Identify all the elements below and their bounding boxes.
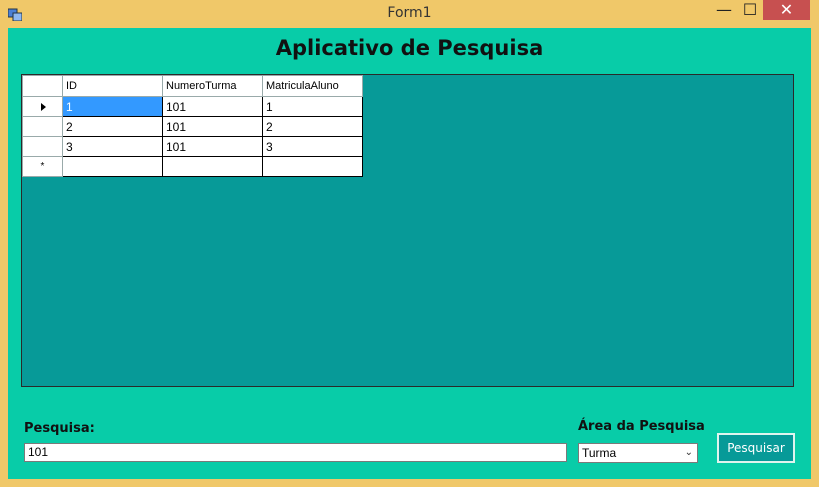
column-header-id[interactable]: ID	[62, 75, 163, 97]
minimize-button[interactable]: —	[711, 0, 737, 20]
search-input[interactable]: 101	[24, 443, 567, 462]
search-label: Pesquisa:	[24, 421, 95, 436]
area-select-value: Turma	[582, 446, 617, 460]
table-row[interactable]: 1 101 1	[22, 96, 363, 117]
new-row-cell-numero-turma[interactable]	[162, 156, 263, 177]
row-header[interactable]	[22, 116, 63, 137]
page-title: Aplicativo de Pesquisa	[275, 36, 544, 60]
new-row-marker[interactable]: *	[22, 156, 63, 177]
maximize-button[interactable]: ☐	[737, 0, 763, 20]
area-select[interactable]: Turma ⌄	[578, 443, 698, 463]
grid-cell-matricula-aluno[interactable]: 2	[262, 116, 363, 137]
grid-cell-numero-turma[interactable]: 101	[162, 136, 263, 157]
row-header-current[interactable]	[22, 96, 63, 117]
new-row-cell-matricula-aluno[interactable]	[262, 156, 363, 177]
grid-cell-id[interactable]: 2	[62, 116, 163, 137]
search-button[interactable]: Pesquisar	[717, 433, 795, 463]
title-bar[interactable]: Form1 — ☐ ✕	[0, 0, 819, 28]
chevron-down-icon[interactable]: ⌄	[685, 447, 693, 458]
close-button[interactable]: ✕	[763, 0, 810, 20]
grid-cell-numero-turma[interactable]: 101	[162, 116, 263, 137]
row-header[interactable]	[22, 136, 63, 157]
table-row[interactable]: 3 101 3	[22, 136, 363, 157]
column-header-matricula-aluno[interactable]: MatriculaAluno	[262, 75, 363, 97]
new-row[interactable]: *	[22, 156, 363, 177]
table-row[interactable]: 2 101 2	[22, 116, 363, 137]
column-header-numero-turma[interactable]: NumeroTurma	[162, 75, 263, 97]
grid-cell-matricula-aluno[interactable]: 3	[262, 136, 363, 157]
app-window: Form1 — ☐ ✕ Aplicativo de Pesquisa ID Nu…	[0, 0, 819, 487]
area-label: Área da Pesquisa	[578, 419, 705, 434]
grid-cell-numero-turma[interactable]: 101	[162, 96, 263, 117]
data-grid-table[interactable]: ID NumeroTurma MatriculaAluno 1 101 1 2	[22, 75, 363, 177]
grid-cell-id[interactable]: 1	[62, 96, 163, 117]
grid-cell-matricula-aluno[interactable]: 1	[262, 96, 363, 117]
form-client-area: Aplicativo de Pesquisa ID NumeroTurma Ma…	[8, 28, 811, 479]
window-title: Form1	[387, 5, 432, 21]
data-grid[interactable]: ID NumeroTurma MatriculaAluno 1 101 1 2	[21, 74, 794, 387]
grid-corner-header[interactable]	[22, 75, 63, 97]
new-row-cell-id[interactable]	[62, 156, 163, 177]
current-row-arrow-icon	[41, 102, 46, 111]
grid-header-row: ID NumeroTurma MatriculaAluno	[22, 75, 363, 97]
grid-cell-id[interactable]: 3	[62, 136, 163, 157]
